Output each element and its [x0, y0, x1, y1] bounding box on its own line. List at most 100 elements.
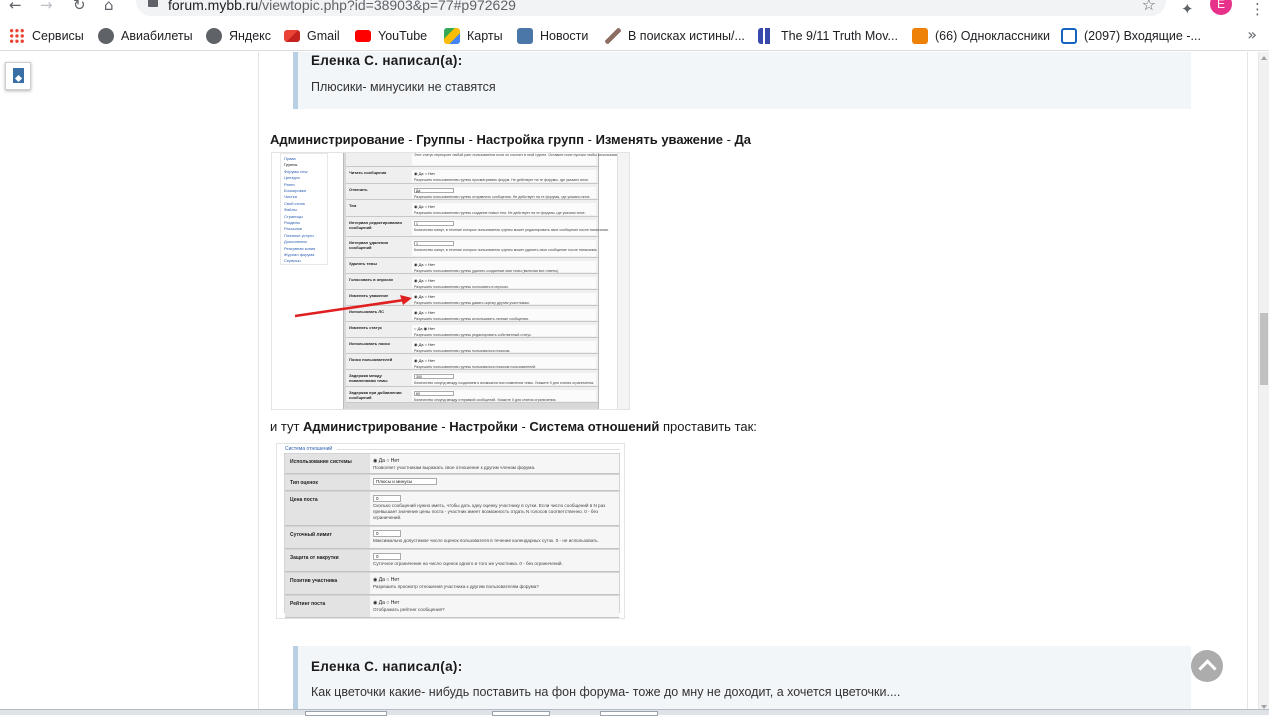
bookmark-gmail[interactable]: Gmail	[284, 27, 340, 45]
yes-no-radio[interactable]: ◉ Да ○ Нет	[414, 278, 435, 283]
admin-menu-item[interactable]: Страницы	[284, 214, 303, 219]
settings-row: Отвечать Да Разрешить пользователям группы…	[346, 184, 598, 200]
tower-icon	[758, 28, 774, 44]
bookmark-services[interactable]: Сервисы	[9, 27, 84, 45]
settings-row: Тем ◉ Да ○ Нет Разрешить пользователям гру…	[346, 200, 598, 217]
admin-menu-item[interactable]: Разделы	[284, 220, 300, 225]
admin-menu-item[interactable]: Рассылки	[284, 226, 302, 231]
setting-label: Поиск пользователей	[349, 357, 393, 362]
bookmark-label: Сервисы	[32, 29, 84, 43]
group-settings-screenshot[interactable]: Права Группы Форумы new Цензура Ранги Блокиро…	[271, 152, 630, 410]
path-segment: Администрирование	[270, 132, 405, 147]
reputation-row: Защита от накрутки 0 Суточное ограничение …	[285, 550, 619, 572]
admin-menu-item[interactable]: Права	[284, 156, 296, 161]
scroll-to-top-button[interactable]	[1191, 650, 1223, 682]
bookmark-novosti[interactable]: Новости	[517, 27, 588, 45]
admin-menu-item[interactable]: Резервная копия	[284, 246, 315, 251]
bookmark-label: (2097) Входящие -...	[1084, 29, 1201, 43]
bookmark-v-poiskah[interactable]: В поисках истины/...	[605, 27, 745, 45]
address-bar[interactable]: forum.mybb.ru/viewtopic.php?id=38903&p=7…	[136, 0, 1166, 16]
setting-input[interactable]: 1	[414, 241, 454, 246]
home-icon[interactable]: ⌂	[104, 0, 120, 14]
profile-avatar[interactable]: E	[1210, 0, 1232, 15]
reputation-settings-screenshot[interactable]: Система отношений Использование системы ◉…	[276, 443, 625, 619]
admin-menu-item[interactable]: Блокировка	[284, 188, 306, 193]
setting-input[interactable]: 0	[373, 530, 401, 537]
sidebar-toggle-button[interactable]	[5, 62, 31, 90]
bookmark-label: Авиабилеты	[121, 29, 193, 43]
forum-page: Еленка С. написал(а): Плюсики- минусики …	[0, 52, 1269, 715]
setting-description: Сколько сообщений нужно иметь, чтобы дат…	[373, 503, 606, 520]
setting-input[interactable]: 0	[373, 495, 401, 502]
bookmark-maps[interactable]: Карты	[444, 27, 503, 45]
admin-menu-item[interactable]: Чистка	[284, 194, 297, 199]
bookmark-aviabilety[interactable]: Авиабилеты	[98, 27, 193, 45]
settings-row: Этот статус перекроет любой ранг пользов…	[346, 153, 629, 167]
bookmark-911-truth[interactable]: The 9/11 Truth Mov...	[758, 27, 898, 45]
setting-description: Разрешить пользователям группы давать оц…	[414, 301, 530, 305]
reputation-row: Рейтинг поста ◉ Да ○ Нет Отображать рейтин…	[285, 596, 619, 618]
browser-menu-icon[interactable]: ⋮	[1250, 0, 1265, 18]
reputation-settings-panel: Использование системы ◉ Да ○ Нет Позволяет…	[284, 453, 620, 618]
admin-menu-item[interactable]: Платные услуги	[284, 233, 314, 238]
setting-description: Количество минут, в течение которых поль…	[414, 248, 598, 252]
yes-no-radio[interactable]: ◉ Да ○ Нет	[373, 600, 399, 606]
scroll-up-icon[interactable]	[1261, 56, 1267, 60]
path-separator: -	[584, 132, 596, 147]
setting-description: Разрешить пользователям группы просматри…	[414, 178, 590, 182]
setting-description: Разрешить пользователям группы отправлят…	[414, 195, 591, 199]
yes-no-radio[interactable]: ◉ Да ○ Нет	[373, 458, 399, 464]
setting-input[interactable]: 60	[414, 391, 454, 396]
setting-select[interactable]: Да	[414, 188, 454, 193]
bookmarks-overflow-icon[interactable]: »	[1247, 25, 1257, 44]
admin-menu-item[interactable]: Цензура	[284, 175, 300, 180]
settings-row: Читать сообщения ◉ Да ○ Нет Разрешить поль…	[346, 167, 598, 184]
path-segment: Группы	[416, 132, 465, 147]
admin-menu-item[interactable]: Файлы	[284, 207, 297, 212]
taskbar-item[interactable]	[600, 711, 658, 716]
setting-input[interactable]: 300	[414, 374, 454, 379]
setting-description: Разрешить пользователям группы пользоват…	[414, 349, 511, 353]
admin-menu-item[interactable]: Форумы new	[284, 169, 307, 174]
yes-no-radio[interactable]: ◉ Да ○ Нет	[414, 262, 435, 267]
yes-no-radio[interactable]: ◉ Да ○ Нет	[414, 342, 435, 347]
admin-menu-item[interactable]: Ранги	[284, 182, 295, 187]
bookmark-youtube[interactable]: YouTube	[355, 27, 427, 45]
settings-row: Удалять темы ◉ Да ○ Нет Разрешить пользова…	[346, 258, 598, 274]
yes-no-radio[interactable]: ◉ Да ○ Нет	[414, 204, 435, 209]
quote-text: Плюсики- минусики не ставятся	[311, 80, 496, 94]
admin-menu-item[interactable]: Дополнения	[284, 239, 307, 244]
bookmark-odnoklassniki[interactable]: (66) Одноклассники	[912, 27, 1050, 45]
admin-menu-item[interactable]: Группы	[284, 162, 297, 167]
url-host: forum.mybb.ru	[168, 0, 259, 13]
url-path: /viewtopic.php?id=38903&p=77#p972629	[258, 0, 516, 13]
setting-label: Использовать поиск	[349, 341, 390, 346]
rating-type-select[interactable]: Плюсы и минусы	[373, 478, 437, 485]
reload-icon[interactable]: ↻	[73, 0, 89, 14]
admin-menu-item[interactable]: Сервисы	[284, 258, 301, 263]
back-icon[interactable]: ←	[9, 0, 25, 14]
forward-icon[interactable]: →	[40, 0, 56, 14]
extensions-icon[interactable]: ✦	[1181, 0, 1194, 18]
bookmark-label: В поисках истины/...	[628, 29, 745, 43]
yes-no-radio[interactable]: ◉ Да ○ Нет	[414, 358, 435, 363]
admin-menu-item[interactable]: Журнал форума	[284, 252, 314, 257]
setting-control: ◉ Да ○ Нет Разрешить пользователям группы…	[412, 203, 596, 215]
setting-input[interactable]: 1	[414, 221, 454, 226]
yes-no-radio[interactable]: ◉ Да ○ Нет	[373, 577, 399, 583]
settings-row: Интервал удаления сообщений 1 Количество м…	[346, 237, 598, 258]
admin-menu-item[interactable]: Свой стиль	[284, 201, 305, 206]
yes-no-radio[interactable]: ○ Да ◉ Нет	[414, 326, 435, 331]
taskbar-item[interactable]	[492, 711, 550, 716]
yes-no-radio[interactable]: ◉ Да ○ Нет	[414, 171, 435, 176]
path-segment: Администрирование	[303, 419, 438, 434]
instruction-path-2: и тут Администрирование - Настройки - Си…	[270, 419, 757, 434]
scroll-thumb[interactable]	[1260, 313, 1268, 385]
taskbar-item[interactable]	[305, 711, 387, 716]
bookmark-star-icon[interactable]: ☆	[1142, 0, 1156, 14]
bookmark-inbox[interactable]: (2097) Входящие -...	[1061, 27, 1201, 45]
bookmark-yandex[interactable]: Яндекс	[206, 27, 271, 45]
setting-input[interactable]: 0	[373, 553, 401, 560]
setting-control: 60 Количество секунд между отправкой сооб…	[412, 390, 596, 402]
page-scrollbar[interactable]	[1258, 52, 1269, 715]
